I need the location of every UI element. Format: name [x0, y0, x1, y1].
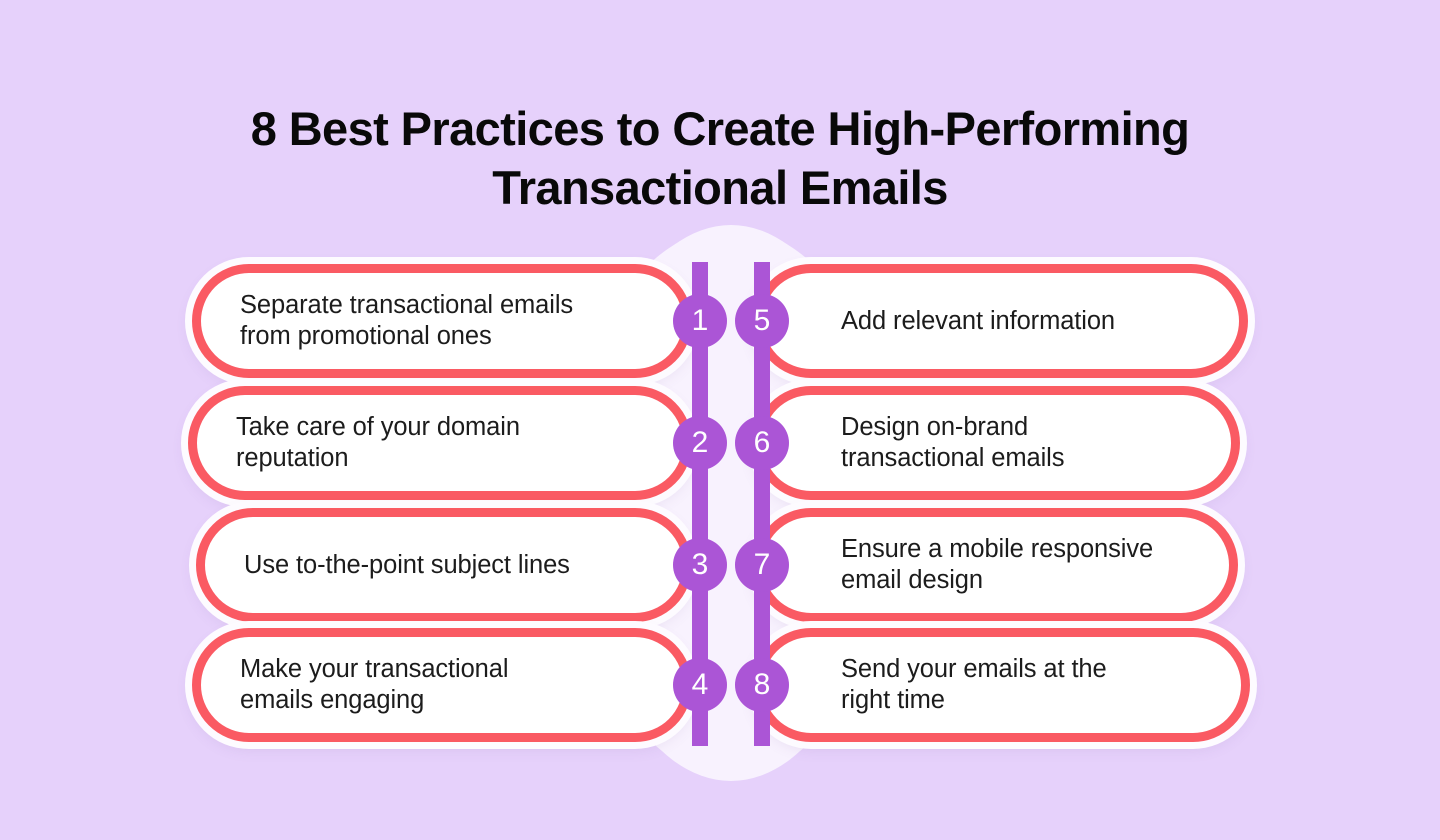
infographic-canvas: 8 Best Practices to Create High-Performi…: [0, 0, 1440, 840]
practice-number-8: 8: [735, 658, 789, 712]
practice-card-1[interactable]: Separate transactional emails from promo…: [192, 264, 692, 378]
practice-text-5: Add relevant information: [841, 306, 1116, 335]
practice-card-7[interactable]: Ensure a mobile responsive email design: [754, 508, 1238, 622]
practice-number-6: 6: [735, 416, 789, 470]
practice-card-6[interactable]: Design on-brand transactional emails: [754, 386, 1240, 500]
page-title: 8 Best Practices to Create High-Performi…: [0, 99, 1440, 217]
practice-number-3: 3: [673, 538, 727, 592]
practice-text-2: Take care of your domain reputation: [236, 413, 520, 472]
practice-number-7: 7: [735, 538, 789, 592]
practice-number-2: 2: [673, 416, 727, 470]
practice-number-4: 4: [673, 658, 727, 712]
practice-card-2[interactable]: Take care of your domain reputation: [188, 386, 692, 500]
practice-text-6: Design on-brand transactional emails: [841, 413, 1065, 472]
practice-text-8: Send your emails at the right time: [841, 655, 1107, 714]
page-title-line-1: 8 Best Practices to Create High-Performi…: [250, 102, 1190, 156]
practice-text-4: Make your transactional emails engaging: [240, 655, 509, 714]
page-title-line-2: Transactional Emails: [492, 161, 948, 215]
practice-text-1: Separate transactional emails from promo…: [240, 291, 574, 350]
practice-number-5: 5: [735, 294, 789, 348]
practice-card-3[interactable]: Use to-the-point subject lines: [196, 508, 692, 622]
practice-card-5[interactable]: Add relevant information: [754, 264, 1248, 378]
practice-card-8[interactable]: Send your emails at the right time: [754, 628, 1250, 742]
practice-card-4[interactable]: Make your transactional emails engaging: [192, 628, 692, 742]
practice-number-1: 1: [673, 294, 727, 348]
practice-text-3: Use to-the-point subject lines: [244, 550, 570, 579]
practice-text-7: Ensure a mobile responsive email design: [841, 535, 1154, 594]
